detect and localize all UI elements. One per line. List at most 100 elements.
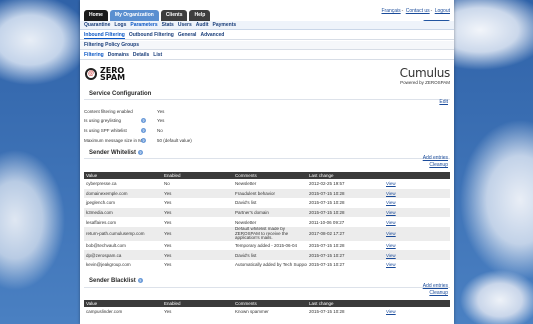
top-links: Français- Contact us- Logout (381, 8, 450, 14)
tertiary-nav: Filtering Policy Groups (80, 41, 454, 50)
nav-stats[interactable]: Stats (162, 22, 174, 28)
table-row: bob@techvault.com Yes Temporary added - … (84, 241, 450, 251)
contact-link[interactable]: Contact us (406, 8, 430, 14)
cell-enabled: Yes (164, 219, 172, 225)
view-link[interactable]: View (386, 253, 396, 258)
nav-payments[interactable]: Payments (213, 22, 237, 28)
secondary-nav: Inbound Filtering Outbound Filtering Gen… (80, 31, 454, 40)
nav-filtering[interactable]: Filtering (84, 52, 104, 58)
nav-advanced[interactable]: Advanced (200, 32, 224, 38)
cell-enabled: Yes (162, 250, 233, 260)
view-link[interactable]: View (386, 181, 396, 186)
nav-details[interactable]: Details (133, 52, 149, 58)
blacklist-title: Sender Blacklist? (89, 278, 143, 284)
info-icon[interactable]: ? (138, 150, 144, 155)
view-link[interactable]: View (386, 200, 396, 205)
nav-general[interactable]: General (178, 32, 197, 38)
tab-help[interactable]: Help (189, 10, 211, 21)
tab-my-organization[interactable]: My Organization (109, 10, 159, 21)
info-icon[interactable]: ? (141, 118, 146, 123)
nav-parameters[interactable]: Parameters (130, 22, 157, 28)
view-link[interactable]: View (386, 220, 396, 225)
tab-home[interactable]: Home (84, 10, 108, 21)
view-link[interactable]: View (386, 262, 396, 267)
brand-name: Cumulus (399, 66, 451, 80)
tab-clients[interactable]: Clients (160, 10, 188, 21)
view-link[interactable]: View (386, 243, 396, 248)
column-header[interactable]: Last change (307, 172, 384, 179)
view-link[interactable]: View (386, 210, 396, 215)
info-icon[interactable]: ? (141, 128, 146, 133)
powered-by: Powered by ZEROSPAM (400, 80, 450, 85)
whitelist-title-text: Sender Whitelist (89, 150, 137, 157)
logout-link[interactable]: Logout (435, 8, 450, 14)
cell-comment: David's list (233, 250, 307, 260)
cell-comment: Automatically added by Tech Support (235, 262, 307, 268)
nav-outbound-filtering[interactable]: Outbound Filtering (129, 32, 174, 38)
nav-users[interactable]: Users (178, 22, 192, 28)
info-icon[interactable]: ? (141, 138, 146, 143)
column-header (384, 172, 450, 179)
cell-value: jpeglench.com (86, 200, 116, 206)
table-header-row: Value Enabled Comments Last change (84, 300, 450, 307)
view-link[interactable]: View (386, 231, 396, 236)
nav-quarantine[interactable]: Quarantine (84, 22, 110, 28)
table-row: campuslinder.com Yes Known spammer 2015-… (84, 307, 450, 317)
edit-link[interactable]: Edit (439, 99, 448, 105)
cell-comment: Fraudulent behavior (233, 188, 307, 199)
at-logo-icon: @ (85, 68, 97, 80)
language-link[interactable]: Français (381, 8, 400, 14)
quaternary-nav: Filtering Domains Details List (80, 51, 454, 60)
column-header[interactable]: Comments (233, 172, 307, 179)
whitelist-cleanup-link[interactable]: Cleanup (429, 162, 448, 168)
cell-enabled: Yes (164, 262, 172, 268)
nav-logs[interactable]: Logs (114, 22, 126, 28)
cell-comment: Newsletter (235, 219, 257, 225)
logo-line2: SPAM (100, 73, 126, 82)
cell-enabled: Yes (164, 243, 172, 249)
divider (84, 158, 450, 159)
cell-comment: Known spammer (235, 309, 269, 315)
whitelist-title: Sender Whitelist? (89, 150, 144, 157)
column-header[interactable]: Enabled (162, 172, 233, 179)
info-icon[interactable]: ? (137, 278, 143, 283)
main-page: Home My Organization Clients Help França… (80, 0, 454, 324)
cell-value: lesaffaires.com (86, 219, 117, 225)
table-row: dp@zerospam.ca Yes David's list 2015-07-… (84, 250, 450, 260)
column-header[interactable]: Value (84, 172, 162, 179)
cell-comment: Newsletter (235, 181, 257, 187)
table-row: jpeglench.com Yes David's list 2015-07-1… (84, 198, 450, 208)
config-label: Maximum message size in MB (84, 138, 146, 143)
cell-enabled: Yes (162, 207, 233, 218)
nav-inbound-filtering[interactable]: Inbound Filtering (84, 32, 125, 39)
primary-nav: Quarantine Logs Parameters Stats Users A… (80, 21, 454, 30)
column-header (384, 300, 450, 307)
cell-last-change: 2015-07-15 10:28 (307, 188, 384, 199)
cell-comment: Partner's domain (233, 207, 307, 218)
cumulus-brand: Cumulus Powered by ZEROSPAM (399, 66, 451, 85)
column-header[interactable]: Last change (307, 300, 384, 307)
nav-audit[interactable]: Audit (196, 22, 209, 28)
table-row: lesaffaires.com Yes Newsletter 2011-10-0… (84, 217, 450, 227)
view-link[interactable]: View (386, 309, 396, 314)
column-header[interactable]: Comments (233, 300, 307, 307)
cell-last-change: 2015-07-15 10:28 (307, 207, 384, 218)
cell-value: k3media.com (84, 207, 162, 218)
nav-filtering-policy-groups[interactable]: Filtering Policy Groups (84, 42, 139, 48)
column-header[interactable]: Enabled (162, 300, 233, 307)
service-config-title: Service Configuration (89, 91, 152, 97)
cell-comment: Default whitelist made by ZEROSPAM to re… (233, 226, 307, 241)
nav-domains[interactable]: Domains (108, 52, 129, 58)
column-header[interactable]: Value (84, 300, 162, 307)
config-value: Yes (157, 118, 165, 123)
blacklist-cleanup-link[interactable]: Cleanup (429, 290, 448, 296)
cell-last-change: 2015-07-15 10:28 (309, 243, 345, 249)
cell-value: domainexemple.com (84, 188, 162, 199)
whitelist-add-entries-link[interactable]: Add entries (423, 155, 448, 161)
view-link[interactable]: View (386, 191, 396, 196)
cell-comment: David's list (235, 200, 257, 206)
blacklist-add-entries-link[interactable]: Add entries (423, 283, 448, 289)
nav-list[interactable]: List (153, 52, 162, 58)
cell-enabled: Yes (164, 200, 172, 206)
cell-enabled: No (164, 181, 170, 187)
